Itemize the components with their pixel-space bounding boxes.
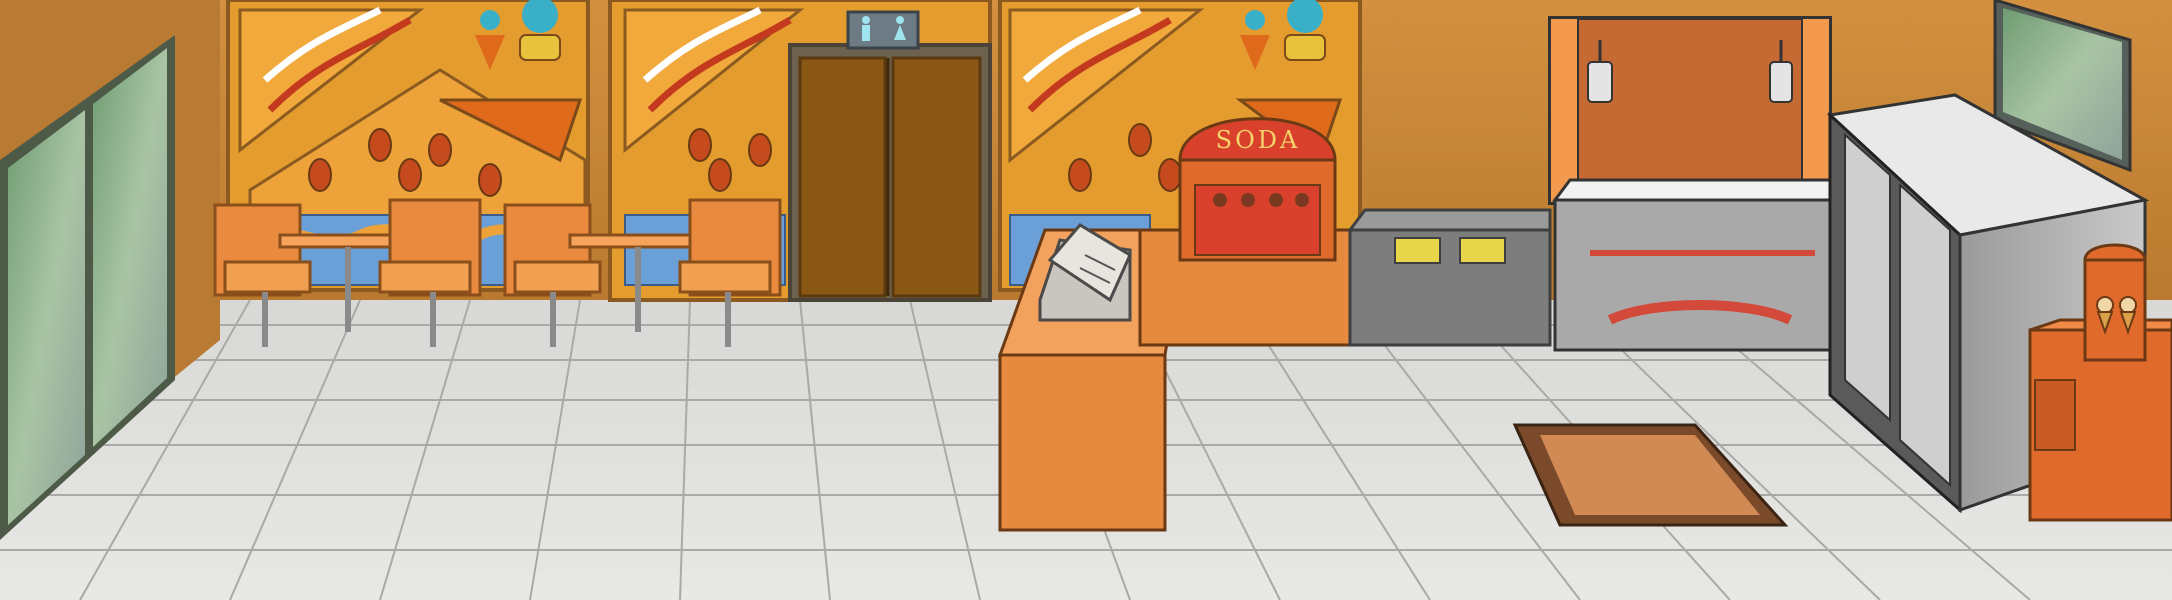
- ice-cream-cone-icon[interactable]: [2083, 243, 2147, 362]
- fryer-basket-right[interactable]: [1459, 237, 1506, 264]
- restroom-sign: [846, 10, 920, 50]
- fryer-basket-left[interactable]: [1394, 237, 1441, 264]
- soda-fountain-icon[interactable]: SODA: [1178, 117, 1337, 262]
- mural-figure-icon: [480, 10, 500, 30]
- left-window-glass: [8, 110, 85, 525]
- restroom-door[interactable]: [788, 43, 992, 302]
- soda-sign-text: SODA: [1216, 126, 1301, 154]
- deep-fryer[interactable]: [1347, 208, 1552, 347]
- scene-canvas: SODA: [0, 0, 2172, 600]
- left-window-glass-2: [93, 48, 167, 447]
- fast-food-restaurant-scene: SODA: [0, 0, 2172, 600]
